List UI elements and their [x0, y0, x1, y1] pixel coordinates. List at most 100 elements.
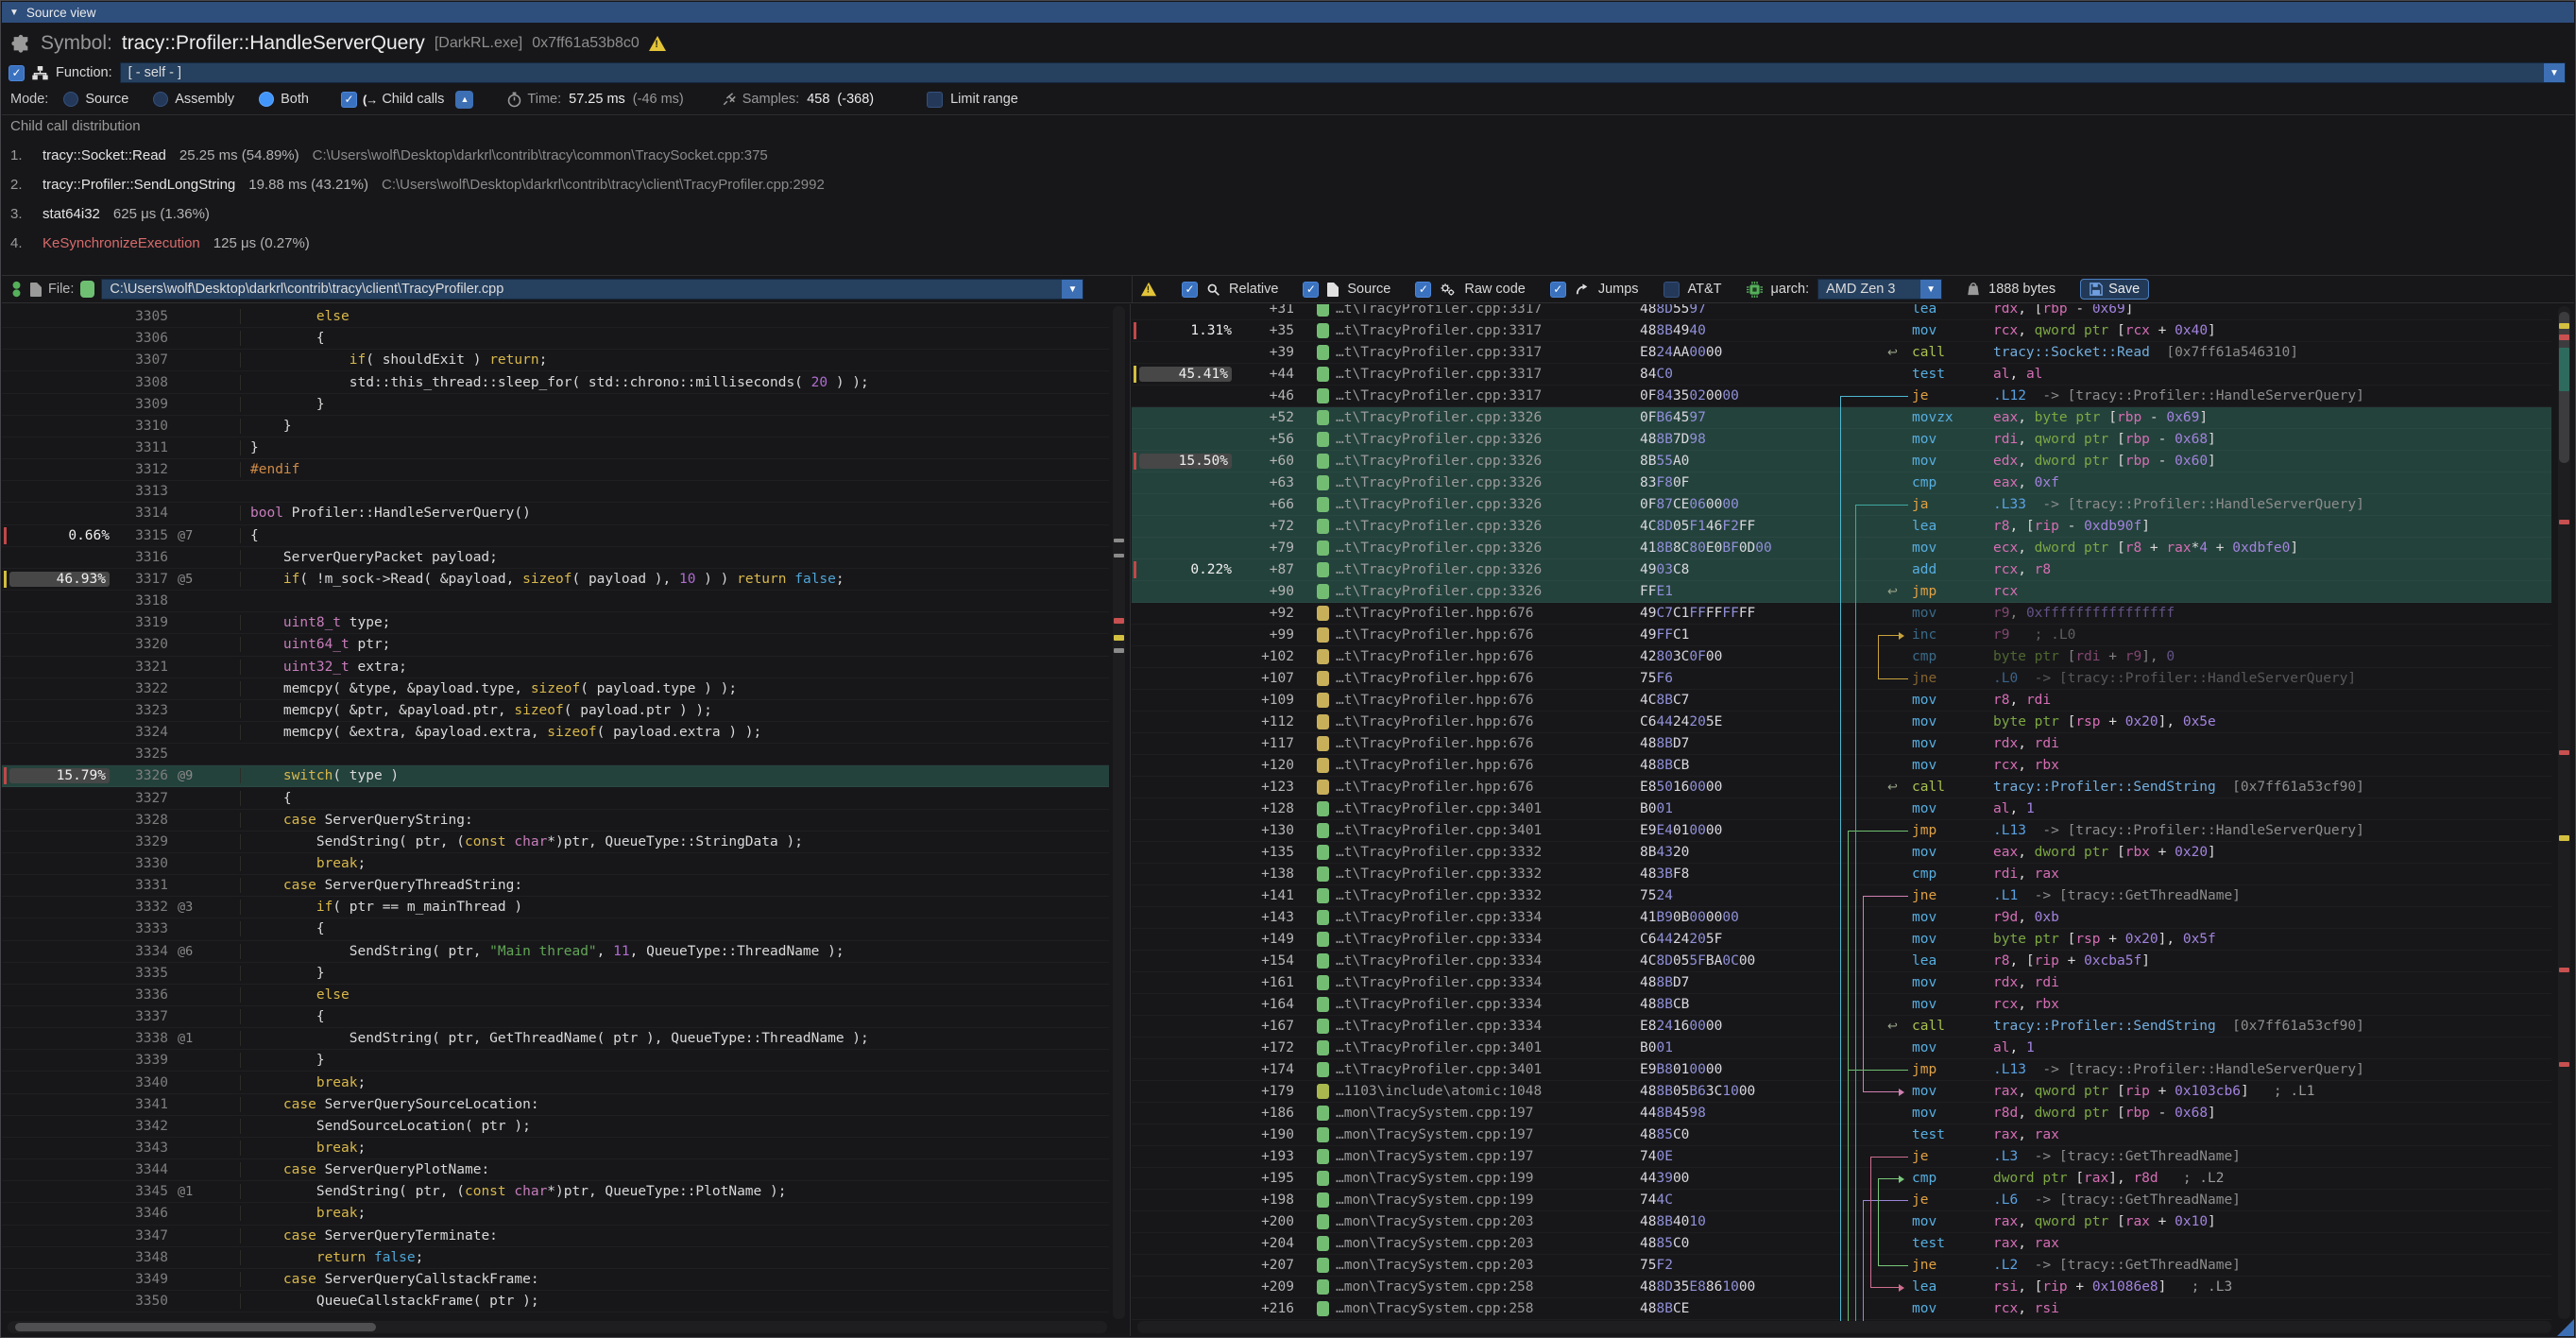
asm-address[interactable]: +35: [1230, 323, 1294, 338]
source-location-icon[interactable]: [1317, 304, 1329, 317]
source-line[interactable]: 3340 break;: [2, 1072, 1109, 1093]
asm-mnemonic[interactable]: jmp: [1912, 823, 1936, 838]
source-location[interactable]: …t\TracyProfiler.cpp:3334: [1336, 1019, 1636, 1034]
asm-mnemonic[interactable]: mov: [1912, 1301, 1936, 1316]
source-location[interactable]: …t\TracyProfiler.cpp:3334: [1336, 997, 1636, 1012]
line-number[interactable]: 3322: [110, 681, 168, 696]
asm-row[interactable]: +186…mon\TracySystem.cpp:197448B4598movr…: [1132, 1103, 2551, 1124]
asm-address[interactable]: +44: [1230, 367, 1294, 382]
source-line[interactable]: 3339 }: [2, 1050, 1109, 1072]
line-number[interactable]: 3339: [110, 1053, 168, 1068]
source-location[interactable]: …t\TracyProfiler.cpp:3326: [1336, 540, 1636, 556]
chevron-down-icon[interactable]: ▼: [1062, 280, 1083, 299]
asm-row[interactable]: +66…t\TracyProfiler.cpp:33260F87CE060000…: [1132, 494, 2551, 516]
source-location-icon[interactable]: [1317, 997, 1329, 1012]
source-label[interactable]: Source: [1347, 282, 1390, 297]
line-number[interactable]: 3312: [110, 462, 168, 477]
asm-row[interactable]: +154…t\TracyProfiler.cpp:33344C8D055FBA0…: [1132, 951, 2551, 972]
asm-mnemonic[interactable]: jmp: [1912, 1062, 1936, 1077]
source-location[interactable]: …mon\TracySystem.cpp:258: [1336, 1301, 1636, 1316]
asm-address[interactable]: +172: [1230, 1040, 1294, 1055]
asm-address[interactable]: +107: [1230, 671, 1294, 686]
asm-mnemonic[interactable]: cmp: [1912, 866, 1936, 882]
source-location[interactable]: …1103\include\atomic:1048: [1336, 1084, 1636, 1099]
source-location-icon[interactable]: [1317, 1062, 1329, 1077]
source-line[interactable]: 3333 {: [2, 918, 1109, 940]
asm-mnemonic[interactable]: je: [1912, 1149, 1928, 1164]
source-location-icon[interactable]: [1317, 1040, 1329, 1055]
asm-row[interactable]: +46…t\TracyProfiler.cpp:33170F8435020000…: [1132, 386, 2551, 407]
source-line[interactable]: 3343 break;: [2, 1138, 1109, 1159]
source-line[interactable]: 3309 }: [2, 394, 1109, 416]
source-location-icon[interactable]: [1317, 497, 1329, 512]
asm-row[interactable]: +209…mon\TracySystem.cpp:258488D35E88610…: [1132, 1277, 2551, 1298]
source-line[interactable]: 15.79%3326@9 switch( type ): [2, 765, 1109, 787]
source-location-icon[interactable]: [1317, 1192, 1329, 1208]
raw-code-checkbox[interactable]: ✓: [1415, 282, 1431, 298]
line-number[interactable]: 3346: [110, 1206, 168, 1221]
asm-row[interactable]: +128…t\TracyProfiler.cpp:3401B001moval, …: [1132, 798, 2551, 820]
line-number[interactable]: 3337: [110, 1009, 168, 1024]
asm-mnemonic[interactable]: mov: [1912, 432, 1936, 447]
child-call-name[interactable]: KeSynchronizeExecution: [43, 235, 200, 251]
source-line[interactable]: 3312#endif: [2, 459, 1109, 481]
source-location[interactable]: …t\TracyProfiler.cpp:3334: [1336, 932, 1636, 947]
line-number[interactable]: 3313: [110, 484, 168, 499]
line-number[interactable]: 3332: [110, 900, 168, 915]
source-location-icon[interactable]: [1317, 606, 1329, 621]
source-location[interactable]: …t\TracyProfiler.cpp:3326: [1336, 432, 1636, 447]
chevron-down-icon[interactable]: ▼: [2544, 63, 2565, 82]
line-number[interactable]: 3306: [110, 331, 168, 346]
source-location-icon[interactable]: [1317, 693, 1329, 708]
child-call-name[interactable]: stat64i32: [43, 206, 100, 222]
line-number[interactable]: 3330: [110, 856, 168, 871]
child-call-name[interactable]: tracy::Profiler::SendLongString: [43, 177, 235, 193]
source-line[interactable]: 3328 case ServerQueryString:: [2, 810, 1109, 832]
radio-source[interactable]: [63, 92, 78, 107]
line-number[interactable]: 3345: [110, 1184, 168, 1199]
asm-row[interactable]: +117…t\TracyProfiler.hpp:676488BD7movrdx…: [1132, 733, 2551, 755]
asm-mnemonic[interactable]: mov: [1912, 606, 1936, 621]
source-location-icon[interactable]: [1317, 475, 1329, 490]
asm-mnemonic[interactable]: test: [1912, 1236, 1945, 1251]
source-location-icon[interactable]: [1317, 758, 1329, 773]
source-location-icon[interactable]: [1317, 345, 1329, 360]
line-number[interactable]: 3308: [110, 375, 168, 390]
asm-mnemonic[interactable]: mov: [1912, 801, 1936, 816]
child-call-entry[interactable]: 1.tracy::Socket::Read25.25 ms (54.89%)C:…: [10, 147, 2566, 163]
asm-row[interactable]: +179…1103\include\atomic:1048488B05B63C1…: [1132, 1081, 2551, 1103]
source-line[interactable]: 3336 else: [2, 985, 1109, 1006]
asm-mnemonic[interactable]: mov: [1912, 323, 1936, 338]
source-location-icon[interactable]: [1317, 823, 1329, 838]
source-location-icon[interactable]: [1317, 1084, 1329, 1099]
asm-mnemonic[interactable]: lea: [1912, 304, 1936, 317]
child-call-entry[interactable]: 3.stat64i32625 μs (1.36%): [10, 206, 2566, 222]
source-line[interactable]: 0.66%3315@7{: [2, 525, 1109, 547]
source-line[interactable]: 3322 memcpy( &type, &payload.type, sizeo…: [2, 678, 1109, 700]
asm-row[interactable]: +56…t\TracyProfiler.cpp:3326488B7D98movr…: [1132, 429, 2551, 451]
source-line[interactable]: 3313: [2, 481, 1109, 503]
source-line[interactable]: 3329 SendString( ptr, (const char*)ptr, …: [2, 832, 1109, 853]
asm-address[interactable]: +193: [1230, 1149, 1294, 1164]
source-line[interactable]: 3345@1 SendString( ptr, (const char*)ptr…: [2, 1181, 1109, 1203]
source-location[interactable]: …t\TracyProfiler.cpp:3317: [1336, 304, 1636, 317]
line-number[interactable]: 3348: [110, 1250, 168, 1265]
source-location-icon[interactable]: [1317, 932, 1329, 947]
source-location[interactable]: …t\TracyProfiler.cpp:3317: [1336, 323, 1636, 338]
asm-row[interactable]: +72…t\TracyProfiler.cpp:33264C8D05F146F2…: [1132, 516, 2551, 538]
source-location-icon[interactable]: [1317, 910, 1329, 925]
function-combo[interactable]: [ - self - ] ▼: [120, 62, 2566, 83]
assembly-horizontal-scrollbar[interactable]: [1137, 1321, 2551, 1333]
source-location-icon[interactable]: [1317, 1279, 1329, 1295]
asm-address[interactable]: +186: [1230, 1106, 1294, 1121]
limit-range-label[interactable]: Limit range: [950, 92, 1018, 107]
source-location-icon[interactable]: [1317, 540, 1329, 556]
source-location[interactable]: …mon\TracySystem.cpp:258: [1336, 1279, 1636, 1295]
source-line[interactable]: 3318: [2, 591, 1109, 612]
source-location-icon[interactable]: [1317, 1171, 1329, 1186]
radio-both[interactable]: [259, 92, 274, 107]
source-location[interactable]: …mon\TracySystem.cpp:199: [1336, 1192, 1636, 1208]
line-number[interactable]: 3318: [110, 593, 168, 609]
source-location-icon[interactable]: [1317, 736, 1329, 751]
asm-mnemonic[interactable]: mov: [1912, 997, 1936, 1012]
